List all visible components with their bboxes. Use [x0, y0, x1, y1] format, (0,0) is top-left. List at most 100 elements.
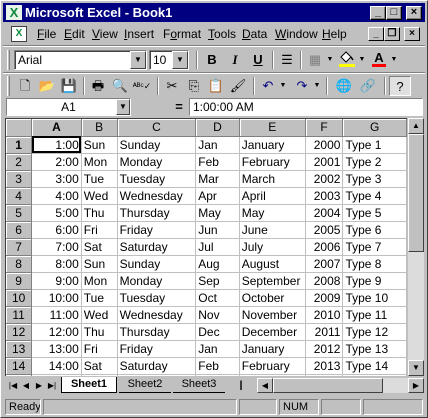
column-header[interactable]: G: [342, 119, 407, 137]
cell[interactable]: Type 3: [342, 170, 407, 188]
cell[interactable]: Type 1: [342, 136, 407, 154]
scroll-up-icon[interactable]: ▲: [408, 118, 424, 134]
scroll-down-icon[interactable]: ▼: [408, 360, 424, 376]
cell[interactable]: Thursday: [117, 204, 197, 222]
cell[interactable]: 2003: [305, 187, 344, 205]
menu-insert[interactable]: Insert: [124, 27, 154, 41]
cell[interactable]: 15:00: [31, 374, 82, 376]
cell[interactable]: Mon: [81, 153, 118, 171]
formula-input[interactable]: 1:00:00 AM: [189, 98, 423, 116]
scroll-right-icon[interactable]: ▶: [408, 378, 424, 393]
fill-color-dropdown-icon[interactable]: ▼: [357, 50, 367, 70]
cell[interactable]: Sat: [81, 357, 118, 375]
borders-icon[interactable]: ▦: [304, 50, 326, 70]
cell[interactable]: 2004: [305, 204, 344, 222]
save-icon[interactable]: 💾: [58, 76, 80, 96]
cell[interactable]: Jan: [195, 340, 240, 358]
cell[interactable]: Type 15: [342, 374, 407, 376]
title-bar[interactable]: X Microsoft Excel - Book1 _ □ ×: [3, 3, 425, 22]
workbook-minimize-button[interactable]: _: [368, 27, 384, 41]
print-preview-icon[interactable]: 🔍: [109, 76, 131, 96]
font-name-dropdown-icon[interactable]: ▼: [130, 51, 146, 69]
font-color-dropdown-icon[interactable]: ▼: [389, 50, 399, 70]
cell[interactable]: 2006: [305, 238, 344, 256]
cell[interactable]: Type 8: [342, 255, 407, 273]
cell[interactable]: Mar: [195, 374, 240, 376]
cell[interactable]: 10:00: [31, 289, 82, 307]
cell[interactable]: 9:00: [31, 272, 82, 290]
cell[interactable]: 2013: [305, 357, 344, 375]
cell[interactable]: Jul: [195, 238, 240, 256]
cell[interactable]: 2014: [305, 374, 344, 376]
column-header[interactable]: E: [239, 119, 306, 137]
row-header[interactable]: 10: [6, 289, 33, 307]
row-header[interactable]: 2: [6, 153, 33, 171]
row-header[interactable]: 13: [6, 340, 33, 358]
cell[interactable]: Tue: [81, 289, 118, 307]
cell[interactable]: 11:00: [31, 306, 82, 324]
cell[interactable]: Nov: [195, 306, 240, 324]
cell[interactable]: Type 5: [342, 204, 407, 222]
column-header[interactable]: B: [81, 119, 118, 137]
cell[interactable]: 2012: [305, 340, 344, 358]
cell[interactable]: Saturday: [117, 357, 197, 375]
cell[interactable]: Tuesday: [117, 170, 197, 188]
fill-color-icon[interactable]: [336, 50, 358, 70]
excel-app-icon[interactable]: X: [6, 5, 22, 20]
menu-file[interactable]: File: [37, 27, 56, 41]
cell[interactable]: Feb: [195, 357, 240, 375]
bold-button[interactable]: B: [201, 50, 223, 70]
cell[interactable]: Type 14: [342, 357, 407, 375]
row-header[interactable]: 5: [6, 204, 33, 222]
sheet-tab-sheet1[interactable]: Sheet1: [61, 377, 117, 393]
column-header[interactable]: A: [31, 119, 82, 137]
open-icon[interactable]: 📂: [36, 76, 58, 96]
workbook-restore-button[interactable]: ❐: [384, 27, 400, 41]
cell[interactable]: February: [239, 357, 306, 375]
cell[interactable]: March: [239, 374, 306, 376]
workbook-close-button[interactable]: ×: [404, 27, 420, 41]
column-header[interactable]: F: [305, 119, 344, 137]
cell[interactable]: Tue: [81, 170, 118, 188]
cell[interactable]: 2007: [305, 255, 344, 273]
horizontal-scrollbar[interactable]: ◀ ▶: [257, 378, 424, 393]
cell[interactable]: 2008: [305, 272, 344, 290]
cell[interactable]: Aug: [195, 255, 240, 273]
cell[interactable]: Type 9: [342, 272, 407, 290]
undo-dropdown-icon[interactable]: ▼: [278, 76, 288, 96]
cell[interactable]: Type 12: [342, 323, 407, 341]
cell[interactable]: Mon: [81, 272, 118, 290]
cell[interactable]: January: [239, 136, 306, 154]
cell[interactable]: 2005: [305, 221, 344, 239]
cell[interactable]: January: [239, 340, 306, 358]
first-sheet-icon[interactable]: |◀: [7, 378, 19, 393]
prev-sheet-icon[interactable]: ◀: [20, 378, 32, 393]
cell[interactable]: Type 13: [342, 340, 407, 358]
cell[interactable]: Type 7: [342, 238, 407, 256]
menu-edit[interactable]: Edit: [64, 27, 85, 41]
row-header[interactable]: 15: [6, 374, 33, 376]
minimize-button[interactable]: _: [370, 6, 386, 20]
cell[interactable]: 2:00: [31, 153, 82, 171]
cell[interactable]: Type 11: [342, 306, 407, 324]
cell[interactable]: May: [239, 204, 306, 222]
cell[interactable]: 2010: [305, 306, 344, 324]
cell[interactable]: Type 4: [342, 187, 407, 205]
cell[interactable]: November: [239, 306, 306, 324]
font-size-combo[interactable]: 10 ▼: [149, 50, 189, 70]
cell[interactable]: Sun: [81, 374, 118, 376]
cell[interactable]: Sep: [195, 272, 240, 290]
cell[interactable]: December: [239, 323, 306, 341]
cell[interactable]: Saturday: [117, 238, 197, 256]
tab-split-handle[interactable]: ▕▏: [229, 378, 253, 393]
close-button[interactable]: ×: [406, 6, 422, 20]
cell[interactable]: Jun: [195, 221, 240, 239]
menu-tools[interactable]: Tools: [208, 27, 236, 41]
cell[interactable]: May: [195, 204, 240, 222]
cell[interactable]: August: [239, 255, 306, 273]
cell[interactable]: Thu: [81, 204, 118, 222]
cell[interactable]: 12:00: [31, 323, 82, 341]
spelling-icon[interactable]: ᴬᴮᶜ✓: [131, 76, 153, 96]
cell[interactable]: Tuesday: [117, 289, 197, 307]
cell[interactable]: Sat: [81, 238, 118, 256]
